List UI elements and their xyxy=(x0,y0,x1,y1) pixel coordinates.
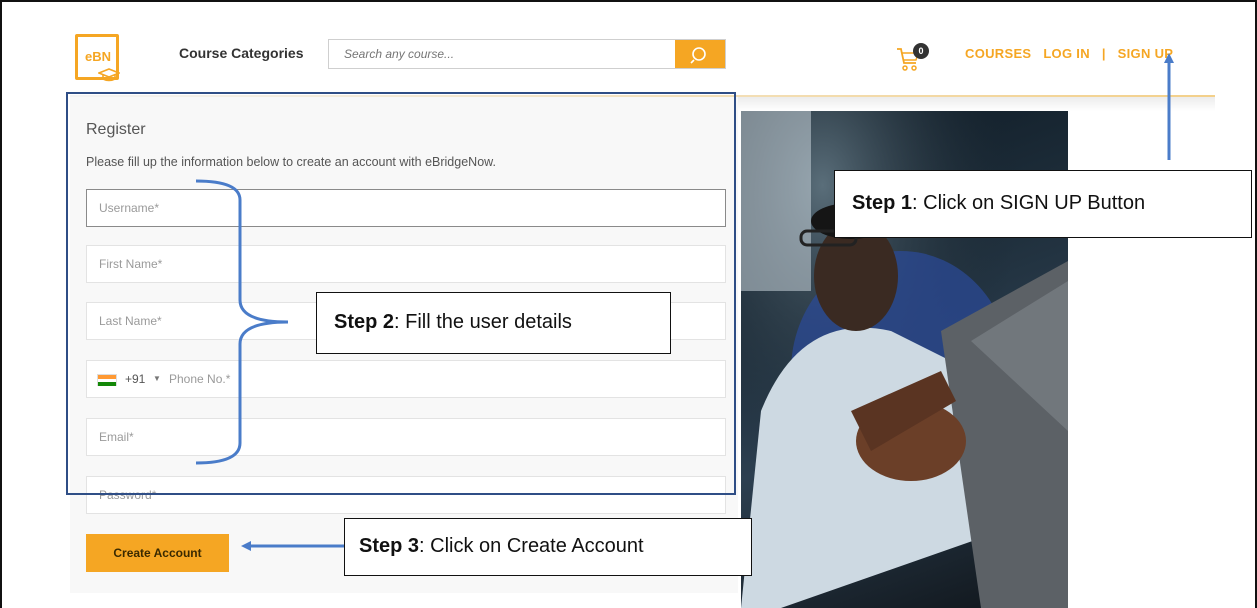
step1-label: Step 1 xyxy=(852,192,913,214)
search-input[interactable] xyxy=(330,41,674,67)
site-logo[interactable]: eBN xyxy=(75,34,120,82)
step1-text: : Click on SIGN UP Button xyxy=(912,192,1146,214)
step1-callout: Step 1: Click on SIGN UP Button xyxy=(834,170,1252,238)
nav-separator: | xyxy=(1101,46,1106,61)
nav-signup-link[interactable]: SIGN UP xyxy=(1118,46,1174,61)
cart-button[interactable]: 0 xyxy=(896,43,936,73)
logo-text: eBN xyxy=(85,49,112,64)
create-account-button[interactable]: Create Account xyxy=(86,534,229,572)
step3-text: : Click on Create Account xyxy=(419,535,644,557)
step3-label: Step 3 xyxy=(359,535,420,557)
search-box xyxy=(328,39,726,69)
course-categories-link[interactable]: Course Categories xyxy=(179,45,303,61)
cart-count-badge: 0 xyxy=(913,43,929,59)
site-header: eBN Course Categories 0 COURSES LOG IN |… xyxy=(70,30,1215,96)
top-nav: COURSES LOG IN | SIGN UP xyxy=(965,46,1173,61)
step2-callout: Step 2: Fill the user details xyxy=(316,292,671,354)
nav-login-link[interactable]: LOG IN xyxy=(1043,46,1090,61)
nav-courses-link[interactable]: COURSES xyxy=(965,46,1031,61)
search-button[interactable] xyxy=(675,40,725,68)
step2-label: Step 2 xyxy=(334,311,395,333)
graduation-cap-icon xyxy=(98,68,120,82)
search-icon xyxy=(690,47,706,64)
step3-callout: Step 3: Click on Create Account xyxy=(344,518,752,576)
step2-text: : Fill the user details xyxy=(394,311,572,333)
